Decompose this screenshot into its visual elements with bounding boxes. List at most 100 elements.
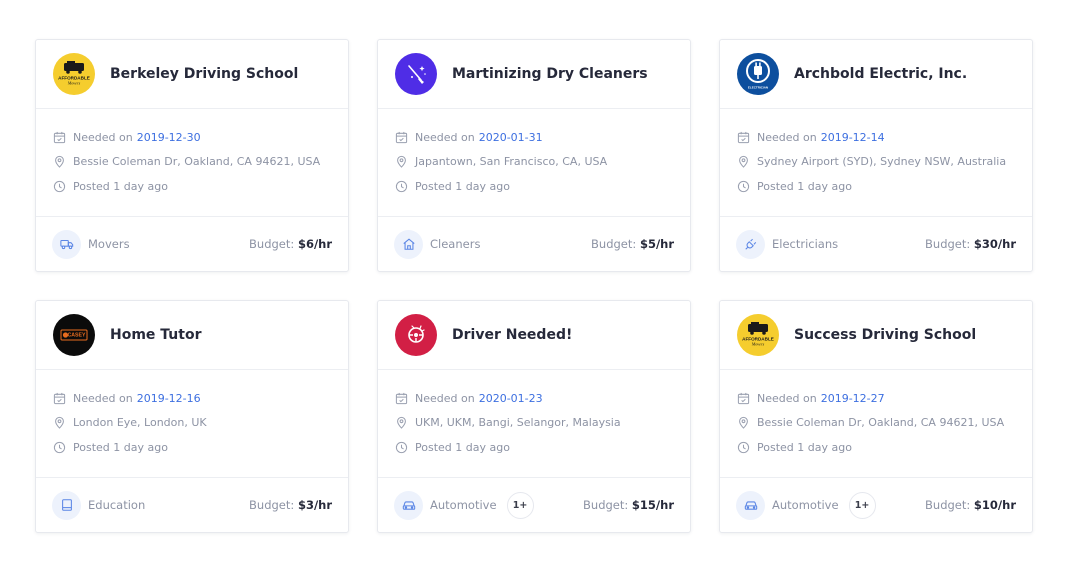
- clock-icon: [395, 441, 408, 454]
- job-card[interactable]: CASEY Home Tutor Needed on 2019-12-16 Lo…: [35, 300, 349, 533]
- job-card-grid: AFFORDABLE Movers Berkeley Driving Schoo…: [35, 39, 1033, 533]
- calendar-icon: [395, 131, 408, 144]
- budget-label: Budget:: [249, 498, 295, 512]
- needed-on-label: Needed on: [73, 391, 133, 405]
- needed-date: 2019-12-14: [820, 130, 885, 144]
- job-details: Needed on 2020-01-31 Japantown, San Fran…: [378, 109, 690, 217]
- job-card[interactable]: Martinizing Dry Cleaners Needed on 2020-…: [377, 39, 691, 272]
- job-card-header: ELECTRICIAN Archbold Electric, Inc.: [720, 40, 1032, 109]
- job-card-footer: Cleaners Budget: $5/hr: [378, 217, 690, 271]
- location-text: Japantown, San Francisco, CA, USA: [415, 155, 608, 168]
- posted-text: Posted 1 day ago: [415, 440, 510, 454]
- category-label[interactable]: Automotive: [430, 498, 497, 512]
- location-pin-icon: [737, 416, 750, 429]
- job-title[interactable]: Berkeley Driving School: [110, 66, 298, 82]
- posted-text: Posted 1 day ago: [73, 440, 168, 454]
- clock-icon: [737, 441, 750, 454]
- category-label[interactable]: Education: [88, 498, 145, 512]
- logo-text-bottom: Movers: [67, 81, 81, 86]
- location-row: UKM, UKM, Bangi, Selangor, Malaysia: [395, 415, 690, 431]
- book-icon: [52, 490, 81, 520]
- location-text: Bessie Coleman Dr, Oakland, CA 94621, US…: [73, 155, 321, 168]
- location-row: Sydney Airport (SYD), Sydney NSW, Austra…: [737, 154, 1032, 170]
- needed-on-label: Needed on: [73, 130, 133, 144]
- job-title[interactable]: Driver Needed!: [452, 327, 572, 343]
- casey-logo: CASEY: [53, 314, 95, 356]
- category-label[interactable]: Electricians: [772, 237, 838, 251]
- truck-icon: [52, 229, 81, 259]
- more-categories-badge[interactable]: 1+: [506, 491, 534, 519]
- location-row: Bessie Coleman Dr, Oakland, CA 94621, US…: [53, 154, 348, 170]
- location-text: UKM, UKM, Bangi, Selangor, Malaysia: [415, 416, 621, 429]
- job-details: Needed on 2020-01-23 UKM, UKM, Bangi, Se…: [378, 370, 690, 478]
- location-text: Bessie Coleman Dr, Oakland, CA 94621, US…: [757, 416, 1005, 429]
- posted-row: Posted 1 day ago: [53, 439, 348, 455]
- needed-date: 2019-12-16: [136, 391, 201, 405]
- job-card[interactable]: ELECTRICIAN Archbold Electric, Inc. Need…: [719, 39, 1033, 272]
- clock-icon: [53, 441, 66, 454]
- more-categories-badge[interactable]: 1+: [848, 491, 876, 519]
- location-text: Sydney Airport (SYD), Sydney NSW, Austra…: [757, 155, 1007, 168]
- job-details: Needed on 2019-12-16 London Eye, London,…: [36, 370, 348, 478]
- needed-on-label: Needed on: [415, 391, 475, 405]
- location-pin-icon: [53, 416, 66, 429]
- budget-value: $6/hr: [297, 237, 332, 251]
- location-pin-icon: [737, 155, 750, 168]
- budget: Budget: $6/hr: [249, 237, 332, 251]
- budget-value: $15/hr: [631, 498, 674, 512]
- needed-date: 2019-12-30: [136, 130, 201, 144]
- job-card-header: AFFORDABLE Movers Berkeley Driving Schoo…: [36, 40, 348, 109]
- needed-date: 2020-01-31: [478, 130, 543, 144]
- job-card-header: Driver Needed!: [378, 301, 690, 370]
- job-title[interactable]: Archbold Electric, Inc.: [794, 66, 967, 82]
- posted-row: Posted 1 day ago: [395, 439, 690, 455]
- posted-text: Posted 1 day ago: [757, 440, 852, 454]
- calendar-icon: [395, 392, 408, 405]
- budget-value: $10/hr: [973, 498, 1016, 512]
- category-label[interactable]: Movers: [88, 237, 130, 251]
- location-pin-icon: [53, 155, 66, 168]
- job-card-footer: Automotive 1+ Budget: $15/hr: [378, 478, 690, 532]
- posted-row: Posted 1 day ago: [737, 178, 1032, 194]
- driver-logo: [395, 314, 437, 356]
- needed-on-row: Needed on 2019-12-30: [53, 129, 348, 145]
- location-row: Japantown, San Francisco, CA, USA: [395, 154, 690, 170]
- needed-on-row: Needed on 2019-12-27: [737, 390, 1032, 406]
- clock-icon: [395, 180, 408, 193]
- posted-text: Posted 1 day ago: [415, 179, 510, 193]
- posted-row: Posted 1 day ago: [53, 178, 348, 194]
- affordable-movers-logo: AFFORDABLE Movers: [53, 53, 95, 95]
- job-card-header: Martinizing Dry Cleaners: [378, 40, 690, 109]
- needed-on-row: Needed on 2020-01-23: [395, 390, 690, 406]
- budget-label: Budget:: [583, 498, 629, 512]
- budget-label: Budget:: [925, 498, 971, 512]
- needed-on-label: Needed on: [415, 130, 475, 144]
- job-card[interactable]: AFFORDABLE Movers Success Driving School…: [719, 300, 1033, 533]
- budget: Budget: $15/hr: [583, 498, 674, 512]
- calendar-icon: [737, 392, 750, 405]
- budget: Budget: $3/hr: [249, 498, 332, 512]
- category-label[interactable]: Cleaners: [430, 237, 480, 251]
- job-card[interactable]: AFFORDABLE Movers Berkeley Driving Schoo…: [35, 39, 349, 272]
- category-label[interactable]: Automotive: [772, 498, 839, 512]
- job-title[interactable]: Home Tutor: [110, 327, 202, 343]
- job-card-footer: Education Budget: $3/hr: [36, 478, 348, 532]
- location-row: London Eye, London, UK: [53, 415, 348, 431]
- budget-label: Budget:: [591, 237, 637, 251]
- location-pin-icon: [395, 155, 408, 168]
- calendar-icon: [53, 131, 66, 144]
- budget: Budget: $5/hr: [591, 237, 674, 251]
- job-details: Needed on 2019-12-30 Bessie Coleman Dr, …: [36, 109, 348, 217]
- needed-on-row: Needed on 2019-12-16: [53, 390, 348, 406]
- job-title[interactable]: Success Driving School: [794, 327, 976, 343]
- budget-value: $30/hr: [973, 237, 1016, 251]
- needed-date: 2020-01-23: [478, 391, 543, 405]
- job-card[interactable]: Driver Needed! Needed on 2020-01-23 UKM,…: [377, 300, 691, 533]
- needed-on-label: Needed on: [757, 130, 817, 144]
- electric-plug-logo: ELECTRICIAN: [737, 53, 779, 95]
- posted-row: Posted 1 day ago: [395, 178, 690, 194]
- broom-sparkle-logo: [395, 53, 437, 95]
- job-title[interactable]: Martinizing Dry Cleaners: [452, 66, 648, 82]
- affordable-movers-logo: AFFORDABLE Movers: [737, 314, 779, 356]
- job-card-footer: Movers Budget: $6/hr: [36, 217, 348, 271]
